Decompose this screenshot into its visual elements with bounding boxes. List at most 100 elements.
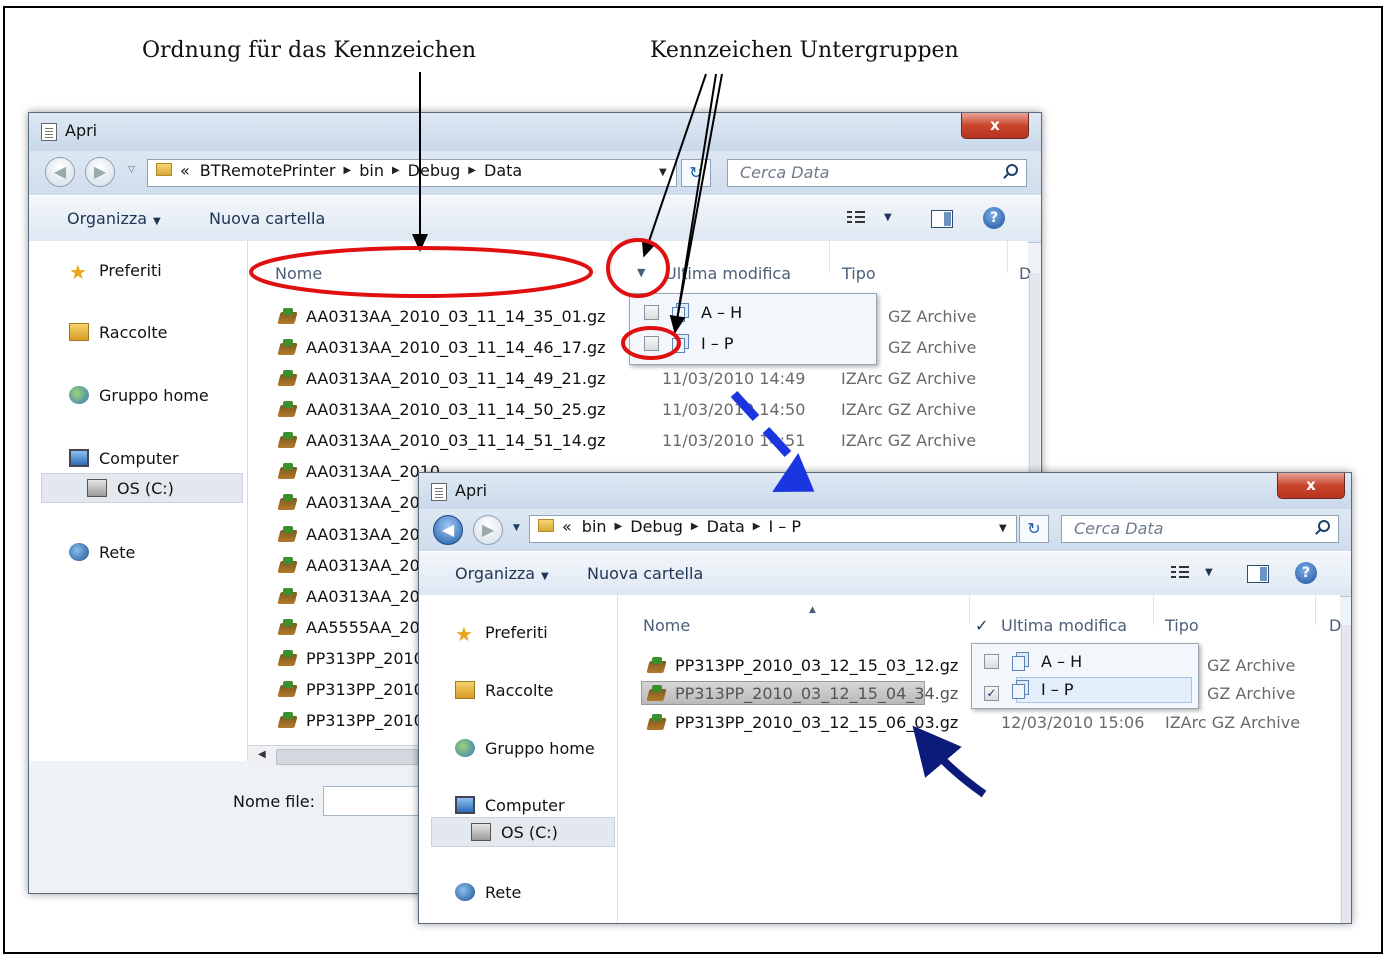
chevron-right-icon[interactable]: ▶ <box>468 165 476 176</box>
file-row[interactable]: AA0313AA_2010_03_11_14_46_17.gz <box>278 338 606 357</box>
back-button[interactable]: ◀ <box>45 157 75 187</box>
new-folder-button[interactable]: Nuova cartella <box>587 564 703 583</box>
search-icon[interactable] <box>1006 164 1018 176</box>
column-header-name[interactable]: Nome <box>275 264 322 283</box>
breadcrumb-bin[interactable]: bin <box>359 161 384 180</box>
search-input[interactable]: Cerca Data <box>727 159 1027 187</box>
filter-option-a-h[interactable]: A – H <box>984 652 1082 671</box>
breadcrumb-i-p[interactable]: I – P <box>768 517 801 536</box>
nav-item-homegroup[interactable]: Gruppo home <box>69 386 209 405</box>
file-row[interactable]: PP313PP_2010 <box>278 711 424 730</box>
chevron-right-icon[interactable]: ▶ <box>691 521 699 532</box>
nav-item-drive-c[interactable]: OS (C:) <box>471 823 558 842</box>
history-dropdown-icon[interactable]: ▼ <box>513 523 520 533</box>
file-row[interactable]: AA0313AA_201 <box>278 493 430 512</box>
dialog-icon <box>431 483 447 501</box>
nav-item-network[interactable]: Rete <box>455 883 521 902</box>
checkbox[interactable]: ✓ <box>984 686 999 701</box>
nav-item-libraries[interactable]: Raccolte <box>69 323 168 342</box>
help-icon[interactable]: ? <box>983 207 1005 229</box>
breadcrumb-overflow[interactable]: « <box>180 161 190 180</box>
file-row[interactable]: AA0313AA_201 <box>278 525 430 544</box>
nav-item-computer[interactable]: Computer <box>69 449 179 468</box>
chevron-right-icon[interactable]: ▶ <box>344 165 352 176</box>
preview-pane-icon[interactable] <box>931 210 953 228</box>
file-row[interactable]: AA0313AA_2010_03_11_14_51_14.gz <box>278 431 606 450</box>
preview-pane-icon[interactable] <box>1247 565 1269 583</box>
checkbox[interactable] <box>984 654 999 669</box>
new-folder-button[interactable]: Nuova cartella <box>209 209 325 228</box>
column-filter-check[interactable]: ✓ <box>975 616 988 635</box>
back-button[interactable]: ◀ <box>433 515 463 545</box>
column-header-name[interactable]: Nome <box>643 616 690 635</box>
nav-item-favorites[interactable]: ★ Preferiti <box>455 623 548 644</box>
file-name: PP313PP_2010_03_12_15_04_34.gz <box>675 684 959 703</box>
views-icon[interactable] <box>1171 564 1193 582</box>
filter-option-i-p[interactable]: I – P <box>644 334 734 353</box>
nav-item-favorites[interactable]: ★ Preferiti <box>69 261 162 282</box>
forward-button[interactable]: ▶ <box>85 157 115 187</box>
refresh-button[interactable]: ↻ <box>1019 515 1049 543</box>
column-header-modified[interactable]: Ultima modifica <box>1001 616 1127 635</box>
nav-item-homegroup[interactable]: Gruppo home <box>455 739 595 758</box>
file-row[interactable]: AA0313AA_2010 <box>278 462 440 481</box>
file-row[interactable]: AA5555AA_201 <box>278 618 430 637</box>
breadcrumb-overflow[interactable]: « <box>562 517 572 536</box>
file-row[interactable]: AA0313AA_201 <box>278 556 430 575</box>
history-dropdown-icon[interactable]: ▽ <box>128 165 135 175</box>
views-icon[interactable] <box>847 209 869 227</box>
scroll-left-icon[interactable]: ◀ <box>258 749 266 760</box>
vertical-scrollbar[interactable] <box>1341 625 1351 923</box>
chevron-right-icon[interactable]: ▶ <box>753 521 761 532</box>
nav-item-computer[interactable]: Computer <box>455 796 565 815</box>
window-title: Apri <box>65 121 98 140</box>
chevron-right-icon[interactable]: ▶ <box>392 165 400 176</box>
forward-button[interactable]: ▶ <box>473 515 503 545</box>
views-dropdown-icon[interactable]: ▼ <box>1205 567 1213 578</box>
file-row-selected[interactable]: PP313PP_2010_03_12_15_04_34.gz <box>647 684 958 703</box>
address-dropdown-icon[interactable]: ▼ <box>659 167 667 178</box>
column-header-more[interactable]: D <box>1329 616 1341 635</box>
column-header-type[interactable]: Tipo <box>1165 616 1199 635</box>
nav-item-libraries[interactable]: Raccolte <box>455 681 554 700</box>
stack-icon <box>671 303 689 322</box>
search-icon[interactable] <box>1318 520 1330 532</box>
address-bar[interactable]: « bin ▶ Debug ▶ Data ▶ I – P <box>529 515 1017 543</box>
filter-option-i-p[interactable]: ✓ I – P <box>984 680 1074 701</box>
close-button[interactable]: x <box>961 113 1029 139</box>
nav-item-network[interactable]: Rete <box>69 543 135 562</box>
breadcrumb-debug[interactable]: Debug <box>630 517 683 536</box>
checkbox[interactable] <box>644 305 659 320</box>
address-bar[interactable]: « BTRemotePrinter ▶ bin ▶ Debug ▶ Data <box>147 159 677 187</box>
refresh-button[interactable]: ↻ <box>681 159 711 187</box>
checkbox[interactable] <box>644 336 659 351</box>
breadcrumb-data[interactable]: Data <box>707 517 745 536</box>
scroll-thumb[interactable] <box>276 749 418 765</box>
help-icon[interactable]: ? <box>1295 562 1317 584</box>
caption-sort-column: Ordnung für das Kennzeichen <box>142 38 477 63</box>
views-dropdown-icon[interactable]: ▼ <box>884 212 892 223</box>
file-row[interactable]: PP313PP_2010 <box>278 680 424 699</box>
column-header-type[interactable]: Tipo <box>842 264 876 283</box>
file-row[interactable]: AA0313AA_2010_03_11_14_50_25.gz <box>278 400 606 419</box>
file-row[interactable]: AA0313AA_2010_03_11_14_49_21.gz <box>278 369 606 388</box>
search-input[interactable]: Cerca Data <box>1061 515 1339 543</box>
breadcrumb-data[interactable]: Data <box>484 161 522 180</box>
close-button[interactable]: x <box>1277 473 1345 499</box>
address-dropdown-icon[interactable]: ▼ <box>999 523 1007 534</box>
organize-menu[interactable]: Organizza ▼ <box>67 209 161 228</box>
breadcrumb-debug[interactable]: Debug <box>408 161 461 180</box>
file-row[interactable]: PP313PP_2010_03_12_15_06_03.gz <box>647 713 958 732</box>
breadcrumb-btremoteprinter[interactable]: BTRemotePrinter <box>200 161 336 180</box>
filter-option-a-h[interactable]: A – H <box>644 303 742 322</box>
column-header-modified[interactable]: Ultima modifica <box>665 264 791 283</box>
file-row[interactable]: PP313PP_2010 <box>278 649 424 668</box>
chevron-right-icon[interactable]: ▶ <box>615 521 623 532</box>
file-row[interactable]: AA0313AA_2010_03_11_14_35_01.gz <box>278 307 606 326</box>
nav-item-drive-c[interactable]: OS (C:) <box>87 479 174 498</box>
breadcrumb-bin[interactable]: bin <box>582 517 607 536</box>
file-row[interactable]: AA0313AA_201 <box>278 587 430 606</box>
sort-dropdown-icon[interactable]: ▼ <box>637 266 645 279</box>
file-row[interactable]: PP313PP_2010_03_12_15_03_12.gz <box>647 656 958 675</box>
organize-menu[interactable]: Organizza ▼ <box>455 564 549 583</box>
